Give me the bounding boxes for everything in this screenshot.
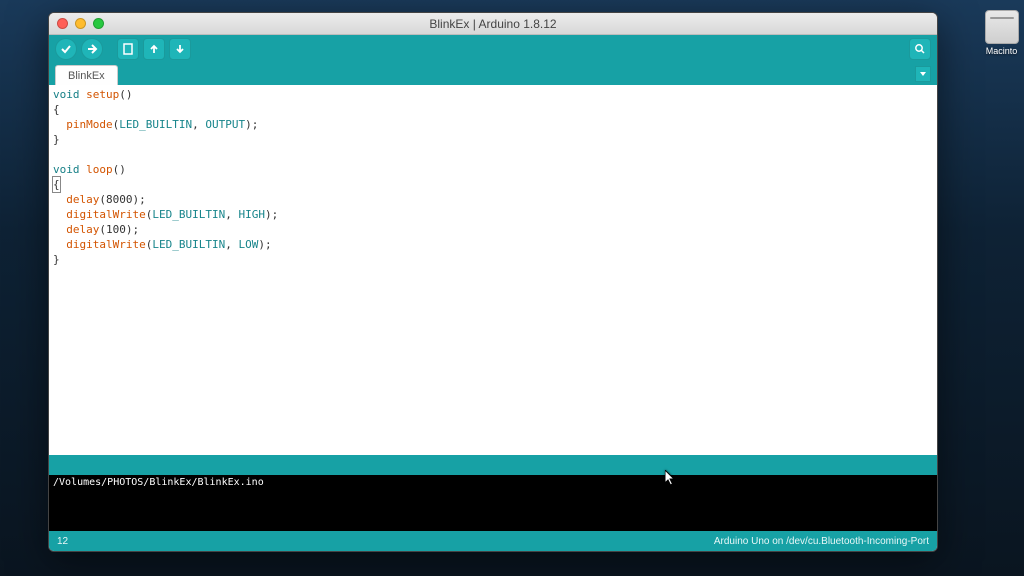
code-token: OUTPUT <box>205 118 245 131</box>
tab-blinkex[interactable]: BlinkEx <box>55 65 118 85</box>
code-token: , <box>192 118 205 131</box>
code-token: loop <box>86 163 113 176</box>
code-token: LED_BUILTIN <box>152 238 225 251</box>
code-token <box>53 193 66 206</box>
desktop-hdd-icon[interactable]: Macinto <box>979 10 1024 56</box>
status-strip <box>49 455 937 475</box>
code-token: LED_BUILTIN <box>152 208 225 221</box>
close-button[interactable] <box>57 18 68 29</box>
titlebar[interactable]: BlinkEx | Arduino 1.8.12 <box>49 13 937 35</box>
open-sketch-button[interactable] <box>143 38 165 60</box>
code-token: ); <box>258 238 271 251</box>
code-token: ); <box>265 208 278 221</box>
code-token <box>53 208 66 221</box>
code-editor[interactable]: void setup() { pinMode(LED_BUILTIN, OUTP… <box>49 85 937 455</box>
serial-monitor-button[interactable] <box>909 38 931 60</box>
code-token: } <box>53 133 60 146</box>
caret-location: { <box>53 177 60 192</box>
toolbar <box>49 35 937 63</box>
code-token: () <box>119 88 132 101</box>
code-token: delay <box>66 223 99 236</box>
code-token: LOW <box>238 238 258 251</box>
footer-bar: 12 Arduino Uno on /dev/cu.Bluetooth-Inco… <box>49 531 937 551</box>
code-token: void <box>53 163 86 176</box>
console-output[interactable]: /Volumes/PHOTOS/BlinkEx/BlinkEx.ino <box>49 475 937 531</box>
code-token: digitalWrite <box>66 238 145 251</box>
code-token: setup <box>86 88 119 101</box>
upload-button[interactable] <box>81 38 103 60</box>
code-token <box>53 118 66 131</box>
code-token: LED_BUILTIN <box>119 118 192 131</box>
window-title: BlinkEx | Arduino 1.8.12 <box>49 17 937 31</box>
code-token: } <box>53 253 60 266</box>
code-token: digitalWrite <box>66 208 145 221</box>
code-token: () <box>113 163 126 176</box>
code-token <box>53 223 66 236</box>
code-token: pinMode <box>66 118 112 131</box>
hdd-icon <box>985 10 1019 44</box>
code-token: (100); <box>99 223 139 236</box>
verify-button[interactable] <box>55 38 77 60</box>
tab-bar: BlinkEx <box>49 63 937 85</box>
save-sketch-button[interactable] <box>169 38 191 60</box>
code-token: HIGH <box>238 208 265 221</box>
footer-board-port: Arduino Uno on /dev/cu.Bluetooth-Incomin… <box>714 536 929 547</box>
code-token: (8000); <box>99 193 145 206</box>
zoom-button[interactable] <box>93 18 104 29</box>
code-token <box>53 238 66 251</box>
code-token: void <box>53 88 86 101</box>
code-token: , <box>225 238 238 251</box>
tab-menu-button[interactable] <box>915 66 931 82</box>
console-line: /Volumes/PHOTOS/BlinkEx/BlinkEx.ino <box>53 477 264 488</box>
minimize-button[interactable] <box>75 18 86 29</box>
code-token: , <box>225 208 238 221</box>
arduino-ide-window: BlinkEx | Arduino 1.8.12 BlinkEx void se… <box>48 12 938 552</box>
code-token: delay <box>66 193 99 206</box>
new-sketch-button[interactable] <box>117 38 139 60</box>
code-token: { <box>53 103 60 116</box>
hdd-label: Macinto <box>979 46 1024 56</box>
code-token: ); <box>245 118 258 131</box>
footer-line-number: 12 <box>57 536 68 547</box>
window-controls <box>57 18 104 29</box>
